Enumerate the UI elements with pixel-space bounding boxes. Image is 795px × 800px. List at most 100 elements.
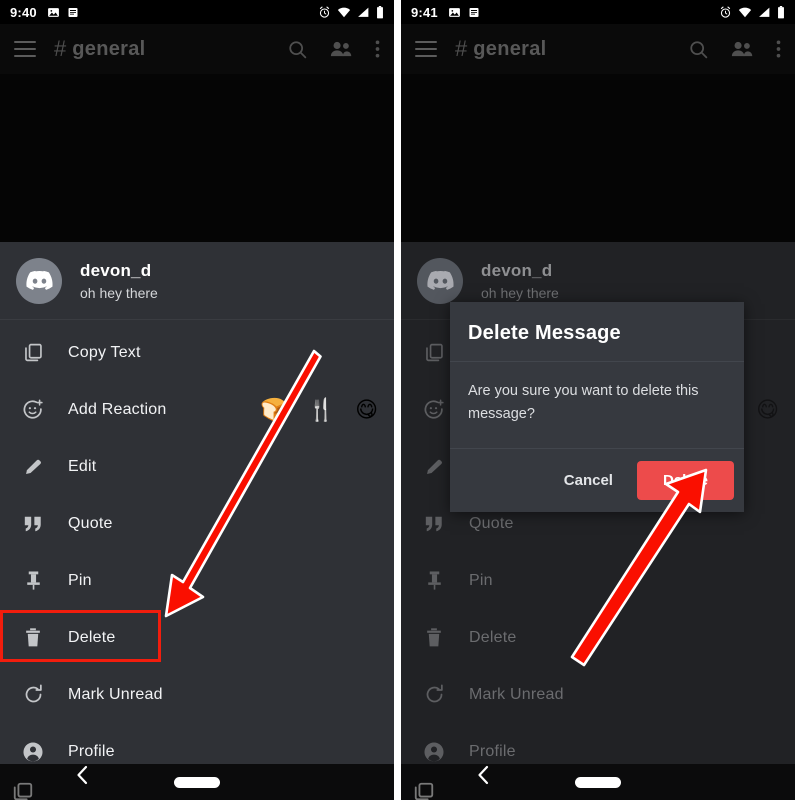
pin-icon bbox=[411, 570, 457, 591]
delete-confirm-button[interactable]: Delete bbox=[636, 461, 734, 500]
menu-item-delete[interactable]: Delete bbox=[401, 609, 795, 666]
alarm-icon bbox=[319, 6, 330, 18]
phone-screen-right: 9:41 # general devon_d oh hey there 😋 Qu… bbox=[401, 0, 795, 800]
signal-icon bbox=[358, 7, 369, 17]
menu-item-label: Quote bbox=[469, 514, 514, 532]
message-body: oh hey there bbox=[80, 284, 158, 301]
phone-screen-left: 9:40 # general devon_d oh hey there Copy… bbox=[0, 0, 394, 800]
overflow-icon[interactable] bbox=[776, 39, 781, 59]
menu-item-pin[interactable]: Pin bbox=[401, 552, 795, 609]
menu-item-add-reaction[interactable]: Add Reaction 🍞 🍴 😋 bbox=[0, 381, 394, 438]
hamburger-icon[interactable] bbox=[14, 41, 36, 57]
back-chevron-icon[interactable] bbox=[75, 765, 89, 790]
alarm-icon bbox=[720, 6, 731, 18]
avatar bbox=[417, 257, 463, 304]
discord-logo-icon bbox=[426, 270, 454, 290]
menu-item-copy-text[interactable]: Copy Text bbox=[0, 324, 394, 381]
news-icon bbox=[68, 7, 78, 17]
emoji-fork-knife[interactable]: 🍴 bbox=[308, 398, 335, 421]
image-icon bbox=[448, 7, 460, 17]
dialog-body: Are you sure you want to delete this mes… bbox=[450, 362, 744, 449]
message-author: devon_d bbox=[80, 260, 152, 280]
emoji-yum-face[interactable]: 😋 bbox=[756, 398, 779, 421]
search-icon[interactable] bbox=[287, 39, 308, 60]
delete-message-dialog: Delete Message Are you sure you want to … bbox=[450, 302, 744, 512]
copy-icon bbox=[10, 342, 56, 363]
system-navbar-right bbox=[401, 764, 795, 800]
menu-item-mark-unread[interactable]: Mark Unread bbox=[0, 666, 394, 723]
status-time: 9:41 bbox=[411, 4, 438, 20]
menu-item-label: Pin bbox=[469, 571, 493, 589]
discord-logo-icon bbox=[25, 270, 53, 290]
menu-item-label: Mark Unread bbox=[68, 685, 163, 703]
status-system-icons bbox=[318, 5, 384, 19]
menu-item-label: Copy Text bbox=[68, 343, 141, 361]
sheet-message-preview: devon_d oh hey there bbox=[0, 242, 394, 320]
members-icon[interactable] bbox=[731, 40, 754, 58]
status-time: 9:40 bbox=[10, 4, 37, 20]
home-pill[interactable] bbox=[575, 776, 621, 788]
refresh-icon bbox=[10, 684, 56, 705]
person-icon bbox=[10, 741, 56, 763]
menu-item-delete[interactable]: Delete bbox=[0, 609, 394, 666]
message-preview-text: devon_d oh hey there bbox=[481, 261, 559, 301]
status-notification-icons bbox=[47, 6, 79, 19]
back-chevron-icon[interactable] bbox=[476, 765, 490, 790]
dialog-title: Delete Message bbox=[468, 322, 621, 344]
system-navbar-left bbox=[0, 764, 394, 800]
refresh-icon bbox=[411, 684, 457, 705]
emoji-bread[interactable]: 🍞 bbox=[260, 398, 287, 421]
app-header-left: # general bbox=[0, 24, 394, 74]
menu-item-label: Profile bbox=[469, 742, 516, 760]
pin-icon bbox=[10, 570, 56, 591]
message-body: oh hey there bbox=[481, 284, 559, 301]
cancel-button[interactable]: Cancel bbox=[544, 462, 633, 499]
dialog-header: Delete Message bbox=[450, 302, 744, 362]
menu-item-label: Delete bbox=[469, 628, 517, 646]
trash-icon bbox=[10, 627, 56, 648]
home-pill[interactable] bbox=[174, 776, 220, 788]
channel-name: general bbox=[72, 37, 146, 60]
wifi-icon bbox=[337, 7, 351, 18]
hamburger-icon[interactable] bbox=[415, 41, 437, 57]
channel-name: general bbox=[473, 37, 547, 60]
action-menu-left: Copy Text Add Reaction 🍞 🍴 😋 Edit Quote … bbox=[0, 320, 394, 780]
signal-icon bbox=[759, 7, 770, 17]
pencil-icon bbox=[10, 456, 56, 477]
dialog-message: Are you sure you want to delete this mes… bbox=[468, 383, 699, 422]
quote-icon bbox=[10, 515, 56, 533]
menu-item-pin[interactable]: Pin bbox=[0, 552, 394, 609]
search-icon[interactable] bbox=[688, 39, 709, 60]
menu-item-mark-unread[interactable]: Mark Unread bbox=[401, 666, 795, 723]
menu-item-label: Profile bbox=[68, 742, 115, 760]
quick-reaction-emojis[interactable]: 🍞 🍴 😋 bbox=[260, 398, 378, 421]
recents-icon[interactable] bbox=[413, 781, 435, 800]
menu-item-label: Add Reaction bbox=[68, 400, 167, 418]
image-icon bbox=[47, 7, 59, 17]
menu-item-edit[interactable]: Edit bbox=[0, 438, 394, 495]
avatar bbox=[16, 257, 62, 304]
battery-icon bbox=[377, 5, 383, 18]
menu-item-label: Pin bbox=[68, 571, 92, 589]
emoji-yum-face[interactable]: 😋 bbox=[355, 398, 378, 421]
overflow-icon[interactable] bbox=[375, 39, 380, 59]
menu-item-label: Edit bbox=[68, 457, 97, 475]
news-icon bbox=[469, 7, 479, 17]
app-header-right: # general bbox=[401, 24, 795, 74]
members-icon[interactable] bbox=[330, 40, 353, 58]
person-icon bbox=[411, 741, 457, 763]
message-preview-text: devon_d oh hey there bbox=[80, 261, 158, 301]
menu-item-label: Delete bbox=[68, 628, 116, 646]
menu-item-label: Quote bbox=[68, 514, 113, 532]
status-bar-left: 9:40 bbox=[0, 0, 394, 24]
quote-icon bbox=[411, 515, 457, 533]
message-action-sheet-left: devon_d oh hey there Copy Text Add React… bbox=[0, 242, 394, 764]
channel-hash: # bbox=[455, 36, 468, 61]
recents-icon[interactable] bbox=[12, 781, 34, 800]
message-author: devon_d bbox=[481, 260, 553, 280]
screenshot-stage: 9:40 # general devon_d oh hey there Copy… bbox=[0, 0, 795, 800]
menu-item-quote[interactable]: Quote bbox=[0, 495, 394, 552]
wifi-icon bbox=[738, 7, 752, 18]
trash-icon bbox=[411, 627, 457, 648]
dialog-footer: Cancel Delete bbox=[450, 449, 744, 512]
